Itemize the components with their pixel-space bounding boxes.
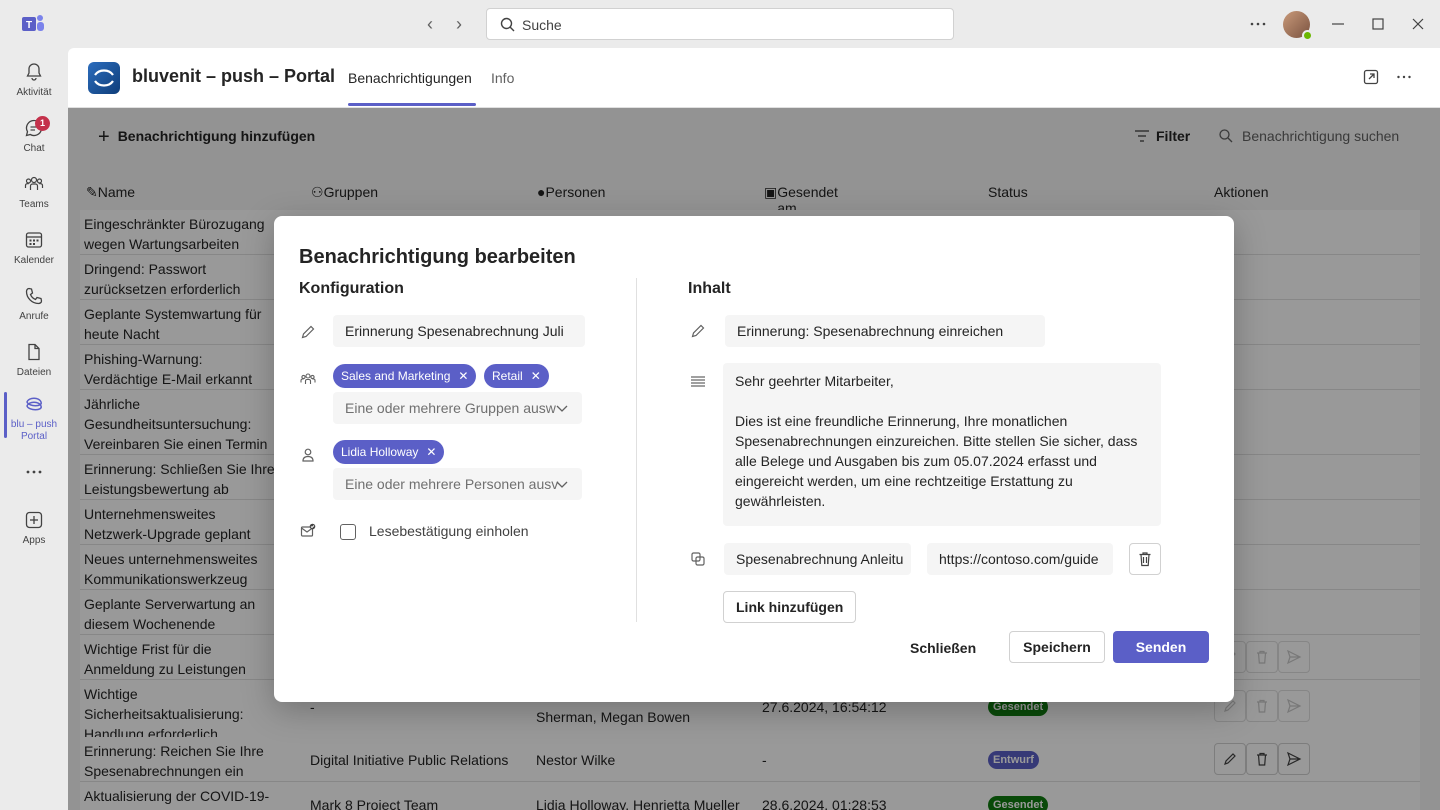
rail-label: Apps [22, 535, 46, 546]
maximize-icon[interactable] [1368, 14, 1388, 34]
rail-label: Kalender [13, 255, 55, 266]
person-icon [302, 448, 314, 462]
notification-name-input[interactable]: Erinnerung Spesenabrechnung Juli [333, 315, 585, 347]
bluvenit-icon [26, 397, 42, 411]
rail-label: Chat [23, 143, 45, 154]
trash-icon [1139, 552, 1151, 567]
rail-item-apps[interactable]: Apps [0, 504, 68, 556]
rail-item-blu-push-portal[interactable]: blu – push Portal [0, 388, 68, 448]
rail-item-teams[interactable]: Teams [0, 168, 68, 220]
text-align-icon [691, 376, 705, 387]
more-options-icon[interactable] [1248, 14, 1268, 34]
groups-dropdown[interactable]: Eine oder mehrere Gruppen ausw [333, 392, 582, 424]
rail-label: Aktivität [16, 87, 52, 98]
chevron-down-icon [556, 481, 568, 488]
section-divider [636, 278, 637, 622]
presence-available-icon [1302, 30, 1313, 41]
rail-item-files[interactable]: Dateien [0, 336, 68, 388]
link-title-input[interactable]: Spesenabrechnung Anleitu [724, 543, 911, 575]
person-chip-label: Lidia Holloway [341, 445, 419, 459]
rail-more-apps[interactable] [0, 456, 68, 486]
minimize-icon[interactable] [1328, 14, 1348, 34]
remove-chip-icon[interactable]: ✕ [426, 445, 436, 459]
popout-icon[interactable] [1362, 68, 1380, 86]
title-bar: T ‹ › [0, 0, 1440, 48]
close-window-icon[interactable] [1408, 14, 1428, 34]
app-title: bluvenit – push – Portal [132, 66, 336, 86]
edit-notification-dialog: Benachrichtigung bearbeiten Konfiguratio… [274, 216, 1234, 702]
mail-read-receipt-icon [300, 523, 316, 537]
send-button[interactable]: Senden [1113, 631, 1209, 663]
rail-label: Dateien [16, 367, 52, 378]
save-button[interactable]: Speichern [1009, 631, 1105, 663]
persons-dropdown[interactable]: Eine oder mehrere Personen ausv [333, 468, 582, 500]
pencil-icon [301, 325, 315, 339]
more-horizontal-icon [26, 470, 42, 474]
chat-badge: 1 [35, 116, 50, 131]
active-tab-indicator [348, 103, 476, 106]
tab-benachrichtigungen[interactable]: Benachrichtigungen [348, 70, 472, 86]
rail-item-calendar[interactable]: Kalender [0, 224, 68, 276]
group-chip-label: Sales and Marketing [341, 369, 451, 383]
group-chip[interactable]: Retail ✕ [484, 364, 549, 388]
global-search[interactable] [486, 8, 954, 40]
persons-dropdown-placeholder: Eine oder mehrere Personen ausv [345, 476, 559, 492]
groups-icon [300, 373, 316, 384]
calendar-icon [25, 232, 43, 248]
person-chip[interactable]: Lidia Holloway ✕ [333, 440, 445, 464]
subject-input[interactable]: Erinnerung: Spesenabrechnung einreichen [725, 315, 1045, 347]
remove-chip-icon[interactable]: ✕ [458, 369, 468, 383]
add-apps-icon [25, 511, 43, 529]
svg-text:T: T [26, 20, 32, 31]
rail-item-chat[interactable]: 1 Chat [0, 112, 68, 164]
rail-label: Teams [19, 199, 49, 210]
chevron-down-icon [556, 405, 568, 412]
tab-info[interactable]: Info [491, 70, 514, 86]
phone-icon [25, 287, 43, 305]
app-logo-icon [88, 62, 120, 94]
bell-icon [26, 63, 42, 81]
person-chips: Lidia Holloway ✕ [333, 440, 593, 464]
add-link-button[interactable]: Link hinzufügen [723, 591, 857, 623]
groups-dropdown-placeholder: Eine oder mehrere Gruppen ausw [345, 400, 556, 416]
remove-chip-icon[interactable]: ✕ [531, 369, 541, 383]
group-chips: Sales and Marketing ✕ Retail ✕ [333, 364, 593, 388]
search-icon [500, 17, 515, 32]
teams-logo-icon: T [22, 15, 44, 31]
rail-item-activity[interactable]: Aktivität [0, 56, 68, 108]
back-arrow-icon[interactable]: ‹ [420, 14, 440, 34]
search-input[interactable] [522, 13, 922, 37]
app-header: bluvenit – push – Portal Benachrichtigun… [68, 48, 1440, 108]
content-section-title: Inhalt [688, 280, 731, 297]
message-body-textarea[interactable]: Sehr geehrter Mitarbeiter, Dies ist eine… [723, 363, 1161, 526]
file-icon [28, 343, 40, 361]
pencil-icon [691, 324, 705, 338]
link-copy-icon [691, 552, 705, 566]
rail-label: Anrufe [19, 311, 49, 322]
group-chip[interactable]: Sales and Marketing ✕ [333, 364, 477, 388]
close-button[interactable]: Schließen [910, 632, 976, 664]
forward-arrow-icon[interactable]: › [449, 14, 469, 34]
delete-link-button[interactable] [1129, 543, 1161, 575]
read-receipt-checkbox[interactable] [340, 524, 356, 540]
group-chip-label: Retail [492, 369, 523, 383]
more-options-icon[interactable] [1395, 68, 1413, 86]
link-url-input[interactable]: https://contoso.com/guide [927, 543, 1113, 575]
teams-icon [24, 176, 44, 190]
config-section-title: Konfiguration [299, 280, 404, 297]
read-receipt-label: Lesebestätigung einholen [369, 523, 529, 539]
rail-item-calls[interactable]: Anrufe [0, 280, 68, 332]
rail-label: blu – push Portal [10, 419, 58, 442]
user-avatar[interactable] [1283, 11, 1313, 41]
dialog-title: Benachrichtigung bearbeiten [299, 246, 576, 268]
app-rail: Aktivität 1 Chat Teams Kalender Anrufe D… [0, 48, 68, 810]
